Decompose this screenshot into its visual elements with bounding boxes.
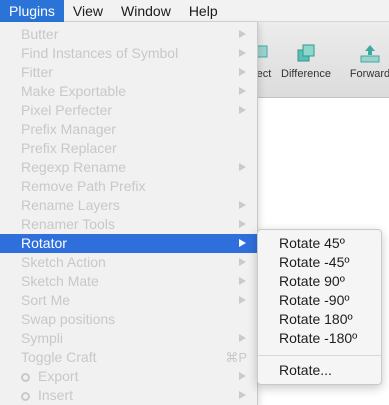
toolbar: ect Difference Forward [255, 22, 389, 98]
menu-item-find-instances[interactable]: Find Instances of Symbol [0, 44, 257, 63]
menu-bar: Plugins View Window Help [0, 0, 389, 22]
forward-button[interactable]: Forward [345, 44, 389, 80]
difference-button[interactable]: Difference [277, 44, 335, 80]
submenu-arrow-icon [239, 372, 246, 380]
difference-label: Difference [281, 68, 331, 80]
submenu-arrow-icon [239, 163, 246, 171]
menu-item-prefix-replacer[interactable]: Prefix Replacer [0, 139, 257, 158]
menu-plugins[interactable]: Plugins [0, 0, 64, 22]
menu-item-rotator[interactable]: Rotator [0, 234, 257, 253]
submenu-arrow-icon [239, 296, 246, 304]
submenu-arrow-icon [239, 49, 246, 57]
rotate-custom-item[interactable]: Rotate... [258, 361, 381, 380]
difference-icon [297, 44, 315, 62]
menu-item-butter[interactable]: Butter [0, 25, 257, 44]
plugins-menu: Butter Find Instances of Symbol Fitter M… [0, 22, 258, 405]
menu-item-sketch-action[interactable]: Sketch Action [0, 253, 257, 272]
menu-view[interactable]: View [64, 0, 112, 22]
menu-item-toggle-craft[interactable]: Toggle Craft ⌘P [0, 348, 257, 367]
submenu-arrow-icon [239, 239, 246, 247]
rotate-45-item[interactable]: Rotate 45º [258, 234, 381, 253]
rotate-minus-45-item[interactable]: Rotate -45º [258, 253, 381, 272]
menu-item-sort-me[interactable]: Sort Me [0, 291, 257, 310]
rotate-180-item[interactable]: Rotate 180º [258, 310, 381, 329]
menu-item-insert[interactable]: Insert [0, 386, 257, 405]
menu-item-sketch-mate[interactable]: Sketch Mate [0, 272, 257, 291]
submenu-arrow-icon [239, 30, 246, 38]
submenu-arrow-icon [239, 68, 246, 76]
submenu-arrow-icon [239, 106, 246, 114]
menu-window[interactable]: Window [112, 0, 180, 22]
forward-icon [360, 45, 380, 63]
menu-item-make-exportable[interactable]: Make Exportable [0, 82, 257, 101]
shortcut-label: ⌘P [225, 350, 247, 365]
menu-item-fitter[interactable]: Fitter [0, 63, 257, 82]
menu-item-remove-path-prefix[interactable]: Remove Path Prefix [0, 177, 257, 196]
menu-item-swap-positions[interactable]: Swap positions [0, 310, 257, 329]
submenu-arrow-icon [239, 201, 246, 209]
gear-icon [21, 373, 30, 382]
menu-item-regexp-rename[interactable]: Regexp Rename [0, 158, 257, 177]
menu-item-sympli[interactable]: Sympli [0, 329, 257, 348]
submenu-arrow-icon [239, 87, 246, 95]
submenu-arrow-icon [239, 220, 246, 228]
submenu-arrow-icon [239, 258, 246, 266]
submenu-arrow-icon [239, 391, 246, 399]
menu-item-pixel-perfecter[interactable]: Pixel Perfecter [0, 101, 257, 120]
rotate-minus-90-item[interactable]: Rotate -90º [258, 291, 381, 310]
submenu-arrow-icon [239, 277, 246, 285]
forward-label: Forward [349, 68, 389, 80]
menu-separator [258, 355, 381, 356]
submenu-arrow-icon [239, 334, 246, 342]
menu-item-rename-layers[interactable]: Rename Layers [0, 196, 257, 215]
menu-help[interactable]: Help [180, 0, 227, 22]
rotate-90-item[interactable]: Rotate 90º [258, 272, 381, 291]
menu-item-export[interactable]: Export [0, 367, 257, 386]
rotator-submenu: Rotate 45º Rotate -45º Rotate 90º Rotate… [257, 229, 382, 385]
menu-item-renamer-tools[interactable]: Renamer Tools [0, 215, 257, 234]
menu-item-prefix-manager[interactable]: Prefix Manager [0, 120, 257, 139]
gear-icon [21, 392, 30, 401]
rotate-minus-180-item[interactable]: Rotate -180º [258, 329, 381, 348]
